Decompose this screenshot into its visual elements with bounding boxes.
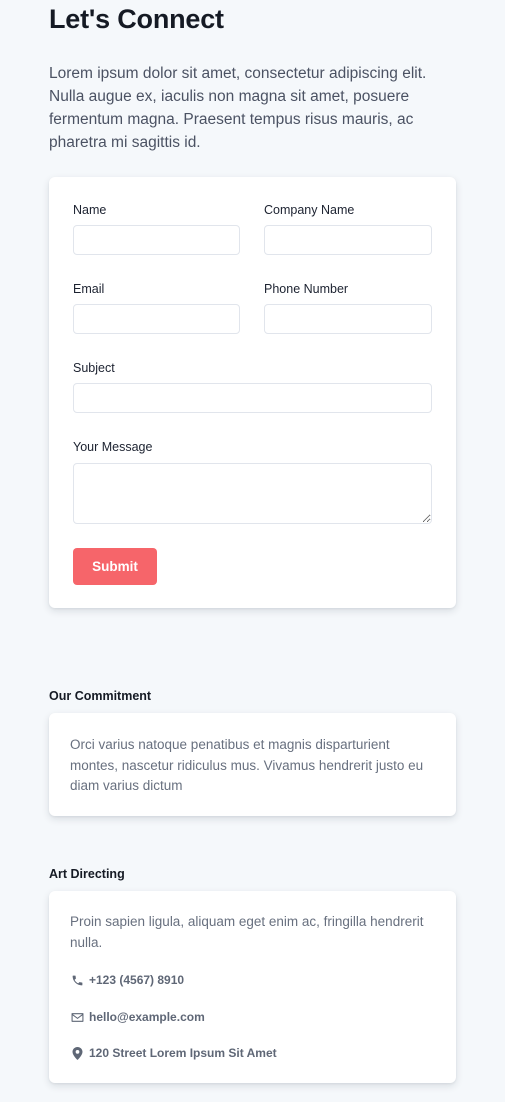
company-name-input[interactable] [264, 225, 432, 255]
envelope-icon [70, 1010, 84, 1024]
email-row[interactable]: hello@example.com [70, 1010, 205, 1024]
map-pin-icon [70, 1046, 84, 1060]
name-input[interactable] [73, 225, 240, 255]
phone-number-input[interactable] [264, 304, 432, 334]
address-row: 120 Street Lorem Ipsum Sit Amet [70, 1046, 277, 1060]
phone-icon [70, 973, 84, 987]
email-label: Email [73, 282, 105, 296]
intro-text: Lorem ipsum dolor sit amet, consectetur … [49, 65, 427, 151]
subject-input[interactable] [73, 383, 432, 413]
commitment-text: Orci varius natoque penatibus et magnis … [70, 737, 424, 793]
submit-button[interactable]: Submit [73, 548, 157, 585]
art-directing-card: Proin sapien ligula, aliquam eget enim a… [49, 891, 456, 1083]
email-input[interactable] [73, 304, 240, 334]
company-name-label: Company Name [264, 203, 355, 217]
page-title: Let's Connect [49, 4, 224, 34]
contact-form: Name Company Name Email Phone Number Sub… [49, 177, 456, 608]
address-text: 120 Street Lorem Ipsum Sit Amet [89, 1046, 277, 1060]
commitment-card: Orci varius natoque penatibus et magnis … [49, 713, 456, 816]
message-textarea[interactable] [73, 463, 432, 524]
message-label: Your Message [73, 440, 153, 454]
subject-label: Subject [73, 361, 115, 375]
phone-number-label: Phone Number [264, 282, 349, 296]
phone-text: +123 (4567) 8910 [89, 973, 185, 987]
name-label: Name [73, 203, 107, 217]
art-directing-text: Proin sapien ligula, aliquam eget enim a… [70, 914, 424, 950]
art-directing-title: Art Directing [49, 867, 125, 881]
phone-row[interactable]: +123 (4567) 8910 [70, 973, 184, 987]
commitment-title: Our Commitment [49, 689, 152, 703]
email-text: hello@example.com [89, 1010, 205, 1024]
